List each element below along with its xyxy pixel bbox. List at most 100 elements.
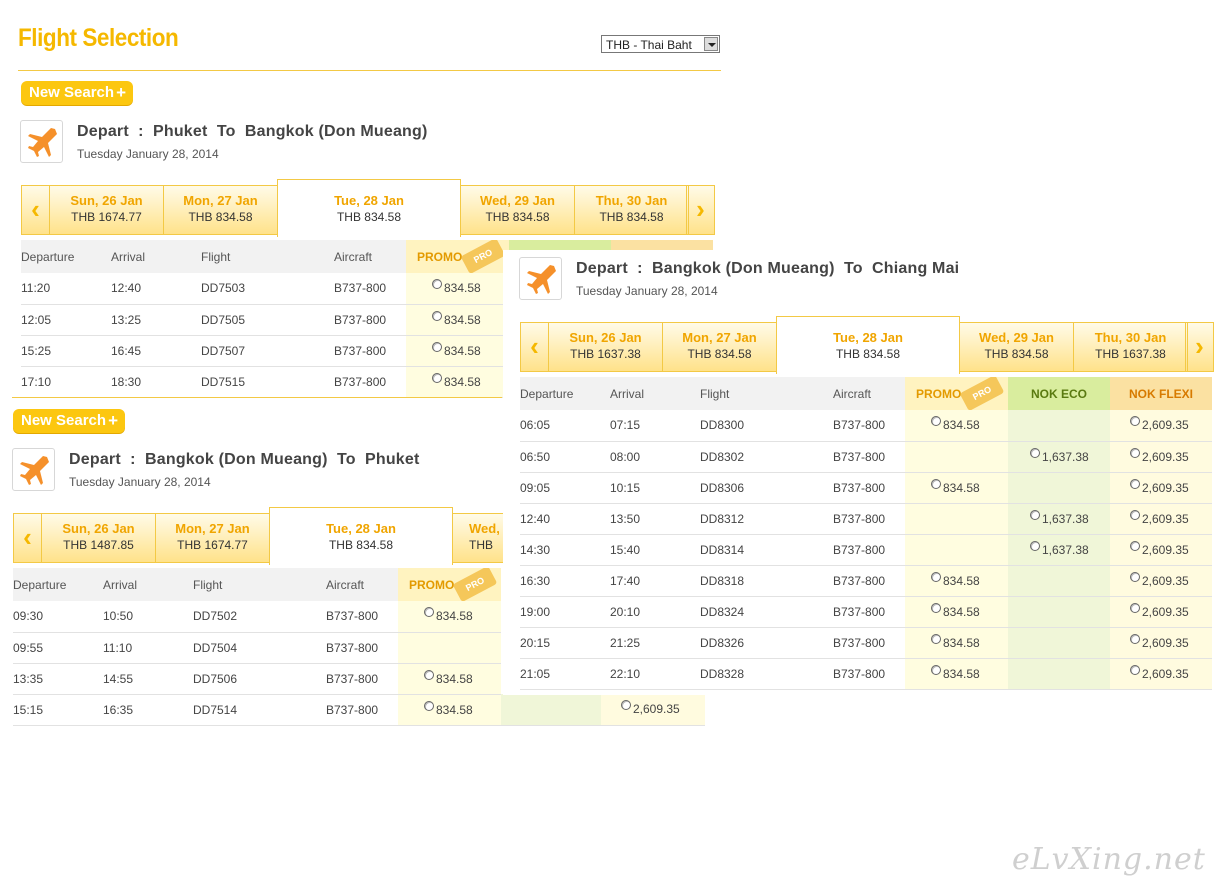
- currency-select[interactable]: THB - Thai Baht: [601, 35, 720, 53]
- date-tab[interactable]: Wed, THB: [453, 514, 503, 562]
- flexi-fare[interactable]: 2,609.35: [1110, 565, 1212, 597]
- arrival-time: 14:55: [103, 663, 193, 695]
- fare-radio[interactable]: [1130, 478, 1140, 489]
- promo-fare[interactable]: 834.58: [406, 304, 509, 336]
- promo-fare[interactable]: 834.58: [406, 335, 509, 367]
- fare-radio[interactable]: [1030, 540, 1040, 551]
- col-departure: Departure: [520, 377, 610, 410]
- fare-radio[interactable]: [1130, 664, 1140, 675]
- fare-radio[interactable]: [931, 633, 941, 644]
- flight-number: DD8324: [700, 596, 833, 628]
- promo-fare[interactable]: 834.58: [905, 472, 1008, 504]
- flexi-fare[interactable]: 2,609.35: [1110, 503, 1212, 535]
- chevron-left-icon[interactable]: ‹: [22, 186, 50, 234]
- fare-radio[interactable]: [1130, 447, 1140, 458]
- date-tab[interactable]: Thu, 30 Jan THB 834.58: [575, 186, 689, 234]
- flexi-fare[interactable]: 2,609.35: [1110, 534, 1212, 566]
- fare-radio[interactable]: [432, 341, 442, 352]
- flexi-fare[interactable]: 2,609.35: [1110, 627, 1212, 659]
- date-tab[interactable]: Sun, 26 Jan THB 1674.77: [50, 186, 164, 234]
- promo-fare[interactable]: 834.58: [406, 273, 509, 305]
- date-tab[interactable]: Mon, 27 Jan THB 834.58: [663, 323, 777, 371]
- chevron-left-icon[interactable]: ‹: [521, 323, 549, 371]
- date-tab[interactable]: Wed, 29 Jan THB 834.58: [461, 186, 575, 234]
- fare-radio[interactable]: [931, 478, 941, 489]
- flexi-fare[interactable]: 2,609.35: [1110, 658, 1212, 690]
- fare-value: 2,609.35: [1142, 635, 1189, 650]
- eco-fare[interactable]: 1,637.38: [1008, 503, 1110, 535]
- fare-radio[interactable]: [424, 700, 434, 711]
- date-tab[interactable]: Sun, 26 Jan THB 1487.85: [42, 514, 156, 562]
- arrival-time: 10:50: [103, 601, 193, 633]
- date-tab[interactable]: Wed, 29 Jan THB 834.58: [960, 323, 1074, 371]
- fare-radio[interactable]: [931, 602, 941, 613]
- arrival-time: 20:10: [610, 596, 700, 628]
- fare-radio[interactable]: [432, 310, 442, 321]
- route-date: Tuesday January 28, 2014: [69, 475, 211, 489]
- chevron-right-icon[interactable]: ›: [1185, 323, 1213, 371]
- fare-radio[interactable]: [1130, 571, 1140, 582]
- col-flight: Flight: [700, 377, 833, 410]
- date-tab-selected[interactable]: Tue, 28 Jan THB 834.58: [269, 507, 453, 565]
- fare-radio[interactable]: [1030, 509, 1040, 520]
- fare-value: 834.58: [444, 312, 481, 327]
- fare-radio[interactable]: [621, 700, 631, 711]
- date-tab-selected[interactable]: Tue, 28 Jan THB 834.58: [776, 316, 960, 374]
- fare-radio[interactable]: [931, 571, 941, 582]
- promo-fare[interactable]: 834.58: [398, 663, 501, 695]
- aircraft-type: B737-800: [833, 534, 905, 566]
- table-row: 16:30 17:40 DD8318 B737-800 834.58 2,609.35: [520, 565, 1212, 597]
- fare-radio[interactable]: [1130, 416, 1140, 427]
- fare-radio[interactable]: [1130, 509, 1140, 520]
- date-tab[interactable]: Sun, 26 Jan THB 1637.38: [549, 323, 663, 371]
- fare-radio[interactable]: [1130, 633, 1140, 644]
- fare-radio[interactable]: [1130, 540, 1140, 551]
- plus-icon: +: [108, 411, 118, 430]
- flexi-fare[interactable]: 2,609.35: [1110, 596, 1212, 628]
- fare-value: 1,637.38: [1042, 511, 1089, 526]
- fare-radio[interactable]: [432, 372, 442, 383]
- col-arrival: Arrival: [103, 568, 193, 601]
- eco-fare[interactable]: 1,637.38: [1008, 441, 1110, 473]
- flexi-fare[interactable]: 2,609.35: [1110, 441, 1212, 473]
- fare-value: 2,609.35: [1142, 573, 1189, 588]
- eco-fare[interactable]: 1,637.38: [1008, 534, 1110, 566]
- date-tab-selected[interactable]: Tue, 28 Jan THB 834.58: [277, 179, 461, 237]
- date-tab-day: Tue, 28 Jan: [833, 330, 903, 345]
- aircraft-type: B737-800: [334, 366, 406, 398]
- promo-fare[interactable]: 834.58: [398, 694, 501, 726]
- flexi-fare[interactable]: 2,609.35: [1110, 410, 1212, 442]
- fare-radio[interactable]: [931, 664, 941, 675]
- chevron-left-icon[interactable]: ‹: [14, 514, 42, 562]
- date-tab[interactable]: Mon, 27 Jan THB 834.58: [164, 186, 278, 234]
- date-tab[interactable]: Thu, 30 Jan THB 1637.38: [1074, 323, 1188, 371]
- promo-fare[interactable]: 834.58: [905, 565, 1008, 597]
- fare-radio[interactable]: [432, 279, 442, 290]
- flight-number: DD7506: [193, 663, 326, 695]
- promo-fare[interactable]: 834.58: [398, 601, 501, 633]
- fare-radio[interactable]: [1130, 602, 1140, 613]
- col-promo-label: PROMO: [916, 386, 962, 401]
- flexi-fare[interactable]: 2,609.35: [601, 694, 705, 726]
- panel-divider: [12, 397, 502, 398]
- promo-fare[interactable]: 834.58: [905, 627, 1008, 659]
- promo-fare[interactable]: 834.58: [905, 596, 1008, 628]
- new-search-button[interactable]: New Search +: [21, 81, 133, 105]
- fare-radio[interactable]: [931, 416, 941, 427]
- fare-radio[interactable]: [424, 607, 434, 618]
- eco-fare: [1008, 658, 1110, 690]
- promo-fare[interactable]: 834.58: [905, 410, 1008, 442]
- date-tab[interactable]: Mon, 27 Jan THB 1674.77: [156, 514, 270, 562]
- title-divider: [18, 70, 721, 71]
- plane-icon: [519, 257, 562, 300]
- fare-radio[interactable]: [424, 669, 434, 680]
- flexi-fare[interactable]: 2,609.35: [1110, 472, 1212, 504]
- fare-radio[interactable]: [1030, 447, 1040, 458]
- plus-icon: +: [116, 83, 126, 102]
- new-search-button[interactable]: New Search +: [13, 409, 125, 433]
- promo-fare[interactable]: 834.58: [406, 366, 509, 398]
- promo-fare[interactable]: 834.58: [905, 658, 1008, 690]
- chevron-right-icon[interactable]: ›: [686, 186, 714, 234]
- departure-time: 20:15: [520, 627, 610, 659]
- chevron-down-icon[interactable]: [704, 37, 718, 51]
